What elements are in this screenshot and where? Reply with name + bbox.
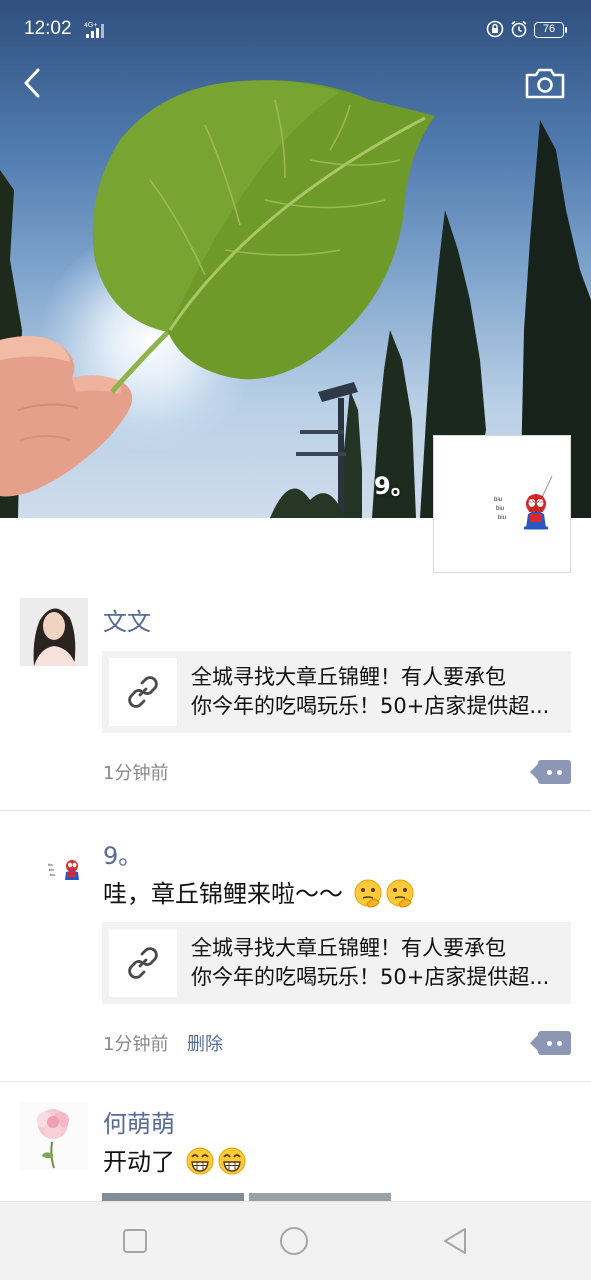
comment-like-menu-button[interactable] [530, 1031, 571, 1055]
rotation-lock-icon [486, 20, 504, 38]
user-name[interactable]: 9。 [103, 836, 142, 871]
back-chevron-icon[interactable] [18, 64, 52, 102]
grinning-emoji-icon [218, 1147, 246, 1175]
flower-avatar-image [20, 1102, 88, 1170]
battery-icon: 76 [534, 22, 567, 38]
network-type-label: 4G+ [84, 22, 97, 29]
shared-link-card[interactable]: 全城寻找大章丘锦鲤！有人要承包 你今年的吃喝玩乐！50+店家提供超... [102, 651, 571, 733]
spiderman-avatar-image: biu biu biu [20, 834, 88, 902]
post-timestamp: 1分钟前 [103, 1034, 169, 1055]
user-avatar[interactable] [20, 1102, 88, 1170]
status-bar: 12:02 4G+ 76 [0, 0, 591, 62]
home-icon[interactable] [279, 1226, 309, 1256]
user-name[interactable]: 文文 [103, 602, 151, 637]
sticker-text-1: biu [494, 497, 502, 503]
post-text: 开动了 [103, 1142, 247, 1177]
post-text: 哇，章丘锦鲤来啦～～ [103, 874, 415, 909]
link-thumbnail [109, 929, 177, 997]
post-divider [0, 1081, 591, 1082]
recent-apps-icon[interactable] [120, 1226, 150, 1256]
camera-icon[interactable] [524, 66, 566, 100]
link-icon [128, 947, 158, 979]
sticker-text-3: biu [498, 515, 506, 521]
profile-owner-name[interactable]: 9。 [374, 466, 415, 501]
sticker-text-3: biu [50, 872, 55, 877]
link-title: 全城寻找大章丘锦鲤！有人要承包 你今年的吃喝玩乐！50+店家提供超... [191, 663, 563, 721]
thinking-emoji-icon [354, 879, 382, 908]
link-title-line2: 你今年的吃喝玩乐！50+店家提供超... [191, 694, 550, 718]
user-avatar[interactable] [20, 598, 88, 666]
comment-like-menu-button[interactable] [530, 760, 571, 784]
system-navigation-bar [0, 1201, 591, 1280]
signal-icon: 4G+ [84, 22, 104, 38]
shared-link-card[interactable]: 全城寻找大章丘锦鲤！有人要承包 你今年的吃喝玩乐！50+店家提供超... [102, 922, 571, 1004]
post-divider [0, 810, 591, 811]
link-title-line1: 全城寻找大章丘锦鲤！有人要承包 [191, 665, 506, 689]
post-text-content: 哇，章丘锦鲤来啦～～ [103, 880, 343, 908]
profile-avatar[interactable]: biu biu biu [433, 435, 571, 573]
delete-post-link[interactable]: 删除 [187, 1030, 223, 1056]
post-timestamp: 1分钟前 [103, 763, 169, 784]
back-icon[interactable] [440, 1226, 470, 1256]
grinning-emoji-icon [186, 1147, 214, 1175]
sticker-text-2: biu [496, 506, 504, 512]
link-title: 全城寻找大章丘锦鲤！有人要承包 你今年的吃喝玩乐！50+店家提供超... [191, 934, 563, 992]
thinking-emoji-icon [386, 879, 414, 908]
link-thumbnail [109, 658, 177, 726]
link-icon [128, 676, 158, 708]
avatar-photo [20, 598, 88, 666]
link-title-line2: 你今年的吃喝玩乐！50+店家提供超... [191, 965, 550, 989]
post-text-content: 开动了 [103, 1148, 175, 1176]
user-avatar[interactable]: biu biu biu [20, 834, 88, 902]
alarm-icon [511, 20, 527, 38]
link-title-line1: 全城寻找大章丘锦鲤！有人要承包 [191, 936, 506, 960]
status-time: 12:02 [24, 18, 72, 39]
user-name[interactable]: 何萌萌 [103, 1104, 175, 1139]
spiderman-sticker-image: biu biu biu [434, 436, 570, 572]
